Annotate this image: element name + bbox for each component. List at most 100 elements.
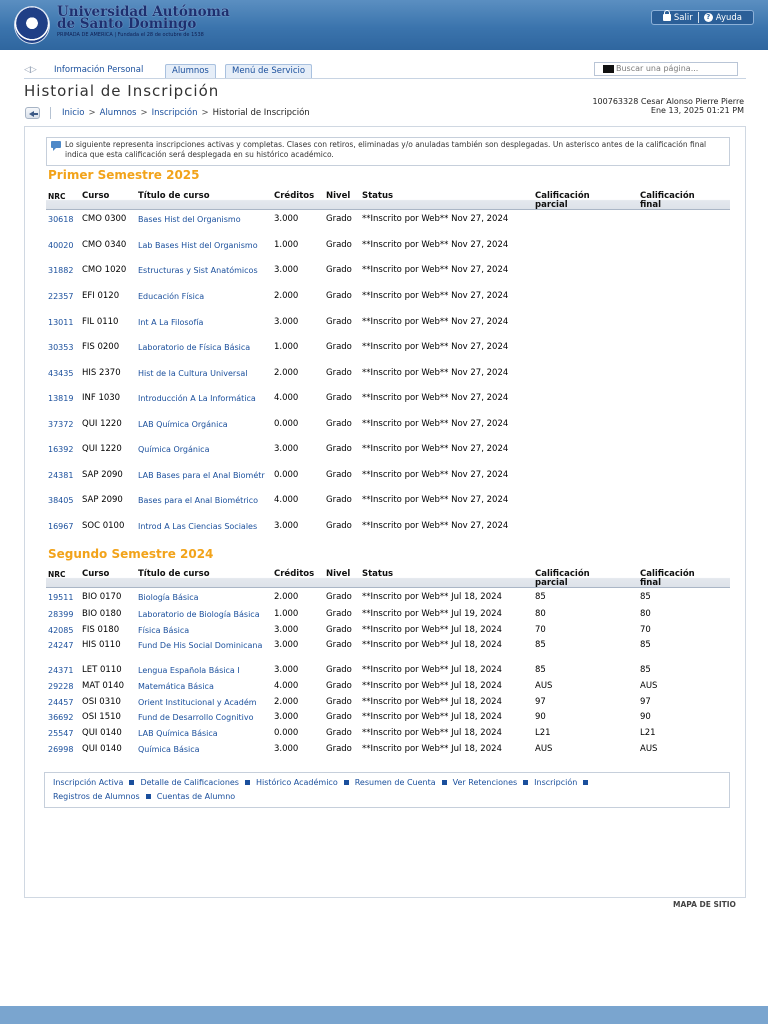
cell-creditos: 3.000 — [274, 640, 299, 650]
cell-titulo[interactable]: Introducción A La Informática — [138, 394, 270, 403]
cell-titulo[interactable]: LAB Bases para el Anal Biométr — [138, 471, 270, 480]
footer-link-inscripcion-activa[interactable]: Inscripción Activa — [53, 778, 123, 787]
cell-calificacion-parcial: 85 — [535, 592, 546, 602]
cell-status: **Inscrito por Web** Nov 27, 2024 — [362, 419, 509, 429]
cell-titulo[interactable]: Hist de la Cultura Universal — [138, 369, 270, 378]
cell-nrc[interactable]: 16392 — [48, 445, 73, 455]
cell-nrc[interactable]: 13011 — [48, 318, 73, 328]
cell-status: **Inscrito por Web** Nov 27, 2024 — [362, 393, 509, 403]
cell-nrc[interactable]: 30618 — [48, 215, 73, 225]
bottom-bar — [0, 1006, 768, 1024]
cell-nrc[interactable]: 16967 — [48, 522, 73, 532]
cell-curso: QUI 0140 — [82, 744, 122, 754]
back-arrow-icon[interactable] — [25, 107, 40, 119]
logout-link[interactable]: Salir — [658, 10, 698, 23]
cell-nrc[interactable]: 19511 — [48, 593, 73, 603]
cell-titulo[interactable]: Bases para el Anal Biométrico — [138, 496, 270, 505]
breadcrumb-inscripcion[interactable]: Inscripción — [152, 108, 198, 118]
cell-nivel: Grado — [326, 214, 352, 224]
nav-alumnos[interactable]: Alumnos — [165, 64, 216, 78]
cell-titulo[interactable]: LAB Química Básica — [138, 729, 270, 738]
footer-link-ver-retenciones[interactable]: Ver Retenciones — [453, 778, 518, 787]
cell-nrc[interactable]: 24371 — [48, 666, 73, 676]
nav-informacion-personal[interactable]: Información Personal — [48, 64, 149, 78]
header-calificacion-parcial-line2: parcial — [535, 200, 568, 210]
header-calificacion-final: Calificación final — [640, 192, 720, 210]
help-label: Ayuda — [715, 12, 742, 23]
cell-nrc[interactable]: 24381 — [48, 471, 73, 481]
cell-nrc[interactable]: 38405 — [48, 496, 73, 506]
cell-titulo[interactable]: Lengua Española Básica I — [138, 666, 270, 675]
cell-titulo[interactable]: Laboratorio de Física Básica — [138, 343, 270, 352]
cell-titulo[interactable]: Fund de Desarrollo Cognitivo — [138, 713, 270, 722]
cell-creditos: 3.000 — [274, 214, 299, 224]
cell-nivel: Grado — [326, 625, 352, 635]
cell-titulo[interactable]: Int A La Filosofía — [138, 318, 270, 327]
breadcrumb-sep: > — [88, 108, 96, 118]
cell-nrc[interactable]: 24457 — [48, 698, 73, 708]
footer-link-resumen-cuenta[interactable]: Resumen de Cuenta — [355, 778, 436, 787]
cell-titulo[interactable]: Estructuras y Sist Anatómicos — [138, 266, 270, 275]
cell-nrc[interactable]: 24247 — [48, 641, 73, 651]
cell-creditos: 1.000 — [274, 609, 299, 619]
cell-creditos: 4.000 — [274, 495, 299, 505]
cell-titulo[interactable]: Física Básica — [138, 626, 270, 635]
nav-menu-servicio[interactable]: Menú de Servicio — [225, 64, 313, 78]
breadcrumb-current: Historial de Inscripción — [212, 108, 310, 118]
cell-status: **Inscrito por Web** Nov 27, 2024 — [362, 317, 509, 327]
breadcrumb-sep: > — [140, 108, 148, 118]
nav-arrows-icon[interactable]: ◁▷ — [24, 65, 37, 75]
cell-nrc[interactable]: 26998 — [48, 745, 73, 755]
cell-titulo[interactable]: Lab Bases Hist del Organismo — [138, 241, 270, 250]
cell-creditos: 4.000 — [274, 393, 299, 403]
cell-curso: HIS 0110 — [82, 640, 121, 650]
footer-link-detalle-calificaciones[interactable]: Detalle de Calificaciones — [140, 778, 239, 787]
cell-titulo[interactable]: Matemática Básica — [138, 682, 270, 691]
search-input[interactable]: Buscar una página... — [594, 62, 738, 76]
cell-nivel: Grado — [326, 444, 352, 454]
cell-nrc[interactable]: 25547 — [48, 729, 73, 739]
footer-link-registros-alumnos[interactable]: Registros de Alumnos — [53, 792, 140, 801]
footer-links: Inscripción Activa Detalle de Calificacio… — [44, 772, 730, 808]
cell-nrc[interactable]: 29228 — [48, 682, 73, 692]
cell-nrc[interactable]: 37372 — [48, 420, 73, 430]
cell-titulo[interactable]: Laboratorio de Biología Básica — [138, 610, 270, 619]
cell-nrc[interactable]: 31882 — [48, 266, 73, 276]
cell-titulo[interactable]: Educación Física — [138, 292, 270, 301]
cell-creditos: 3.000 — [274, 665, 299, 675]
header-calificacion-final: Calificación final — [640, 570, 720, 588]
cell-calificacion-final: AUS — [640, 744, 658, 754]
cell-nrc[interactable]: 42085 — [48, 626, 73, 636]
cell-nrc[interactable]: 43435 — [48, 369, 73, 379]
cell-titulo[interactable]: Química Básica — [138, 745, 270, 754]
cell-titulo[interactable]: Fund De His Social Dominicana — [138, 641, 270, 650]
cell-titulo[interactable]: Biología Básica — [138, 593, 270, 602]
semester-title: Segundo Semestre 2024 — [48, 547, 214, 561]
header-creditos: Créditos — [274, 569, 315, 579]
breadcrumb-inicio[interactable]: Inicio — [62, 108, 85, 118]
cell-nrc[interactable]: 30353 — [48, 343, 73, 353]
cell-curso: QUI 1220 — [82, 444, 122, 454]
cell-nrc[interactable]: 28399 — [48, 610, 73, 620]
footer-link-cuentas-alumno[interactable]: Cuentas de Alumno — [157, 792, 235, 801]
cell-nrc[interactable]: 13819 — [48, 394, 73, 404]
cell-titulo[interactable]: Bases Hist del Organismo — [138, 215, 270, 224]
cell-titulo[interactable]: Introd A Las Ciencias Sociales — [138, 522, 270, 531]
cell-nivel: Grado — [326, 368, 352, 378]
cell-titulo[interactable]: Orient Institucional y Académ — [138, 698, 270, 707]
breadcrumb-alumnos[interactable]: Alumnos — [100, 108, 137, 118]
cell-titulo[interactable]: LAB Química Orgánica — [138, 420, 270, 429]
sitemap-link[interactable]: MAPA DE SITIO — [673, 900, 736, 909]
cell-titulo[interactable]: Química Orgánica — [138, 445, 270, 454]
cell-nrc[interactable]: 22357 — [48, 292, 73, 302]
cell-nivel: Grado — [326, 342, 352, 352]
footer-link-inscripcion[interactable]: Inscripción — [534, 778, 577, 787]
top-links: Salir ? Ayuda — [650, 10, 754, 25]
help-link[interactable]: ? Ayuda — [699, 13, 747, 23]
cell-nrc[interactable]: 40020 — [48, 241, 73, 251]
header-calificacion-final-line2: final — [640, 200, 662, 210]
cell-curso: FIS 0200 — [82, 342, 120, 352]
cell-nrc[interactable]: 36692 — [48, 713, 73, 723]
footer-link-historico-academico[interactable]: Histórico Académico — [256, 778, 338, 787]
cell-curso: OSI 1510 — [82, 712, 121, 722]
